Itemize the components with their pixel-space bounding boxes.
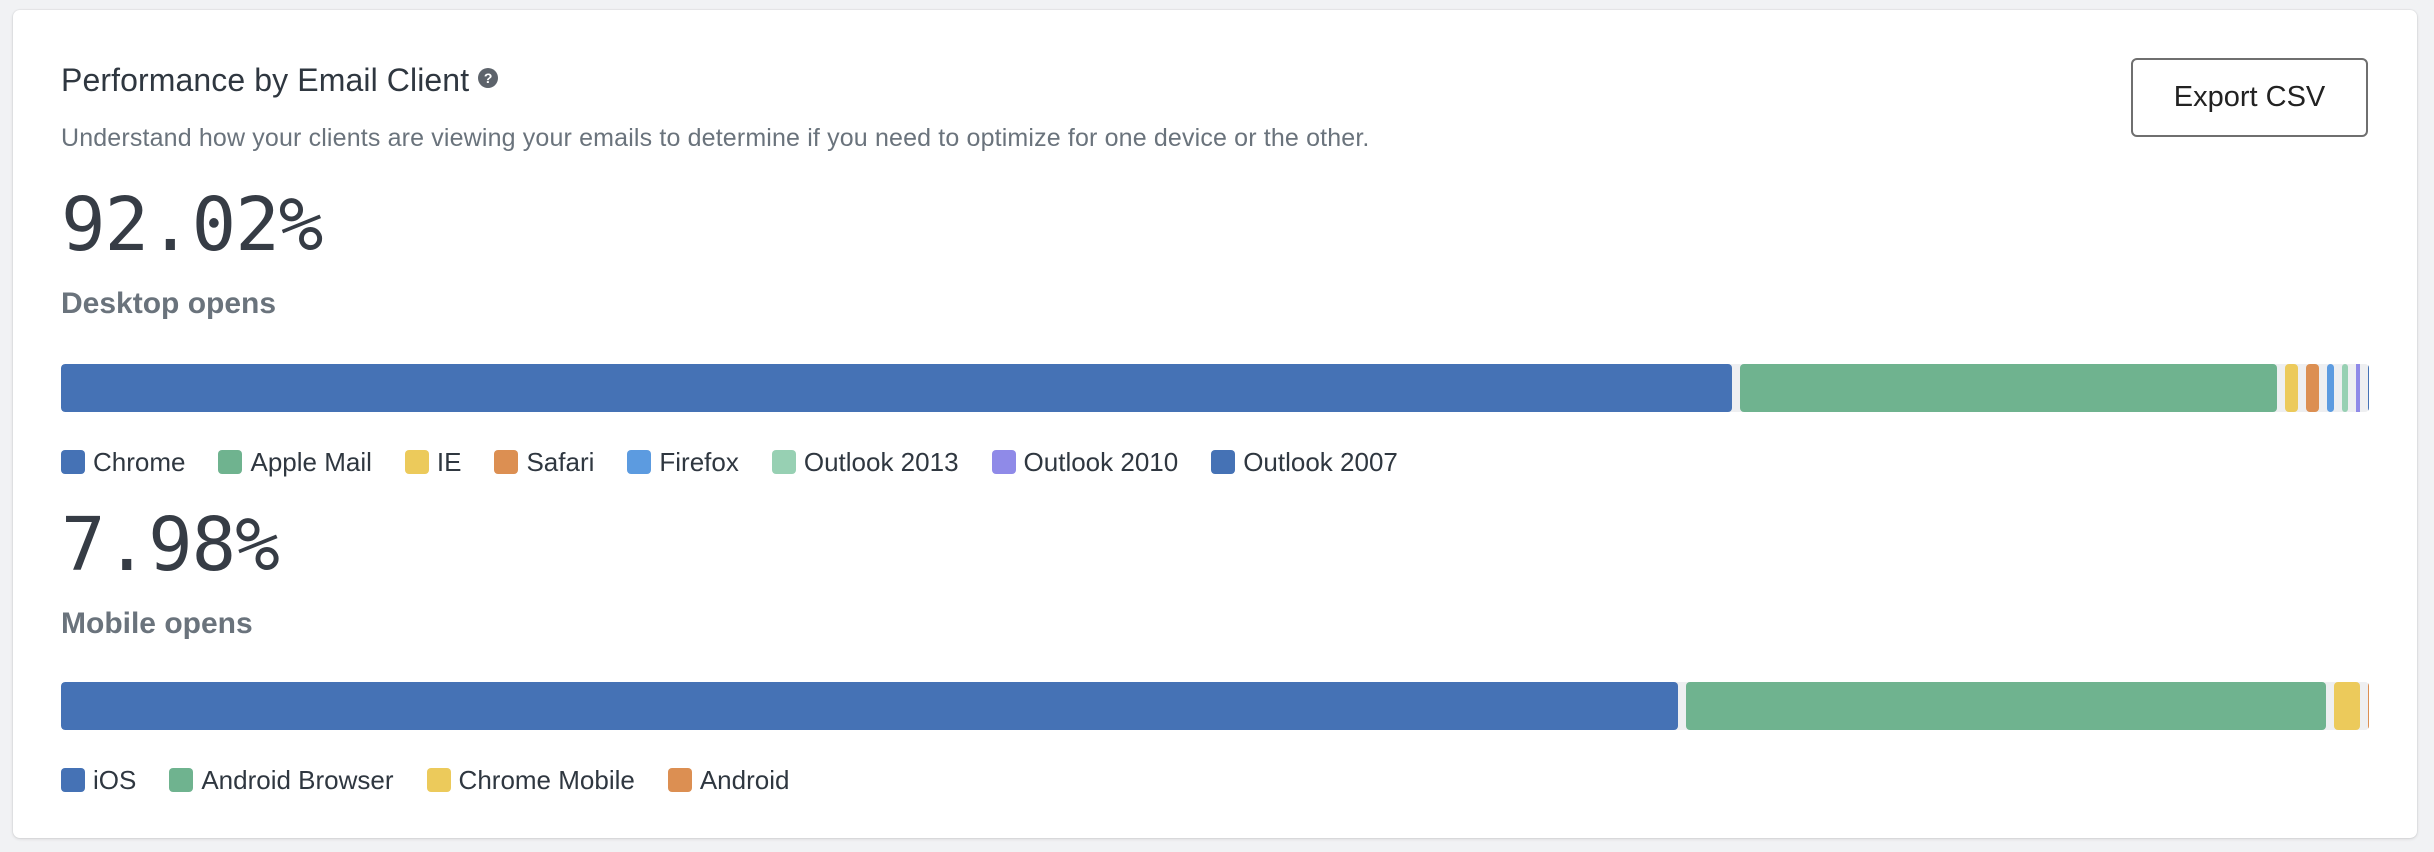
bar-segment-android-browser[interactable] [1686,682,2326,730]
question-circle-icon[interactable]: ? [478,67,499,88]
mobile-opens-label: Mobile opens [61,607,253,640]
mobile-opens-percent: 7.98% [61,502,280,588]
bar-segment-ios[interactable] [61,682,1679,730]
legend-label: Apple Mail [250,446,372,477]
mobile-stacked-bar [61,682,2369,730]
bar-segment-chrome[interactable] [61,364,1733,412]
legend-swatch [991,450,1016,474]
legend-swatch [1211,450,1236,474]
mobile-legend: iOS Android Browser Chrome Mobile Android [61,765,2369,795]
legend-label: Android Browser [201,764,394,795]
bar-segment-firefox[interactable] [2326,364,2335,412]
bar-segment-outlook-2007[interactable] [2367,364,2369,412]
export-csv-button[interactable]: Export CSV [2131,58,2368,137]
legend-swatch [771,450,796,474]
legend-swatch [61,768,85,792]
legend-item-android-browser[interactable]: Android Browser [169,764,394,796]
bar-segment-ie[interactable] [2284,364,2299,412]
legend-swatch [404,450,429,474]
legend-label: iOS [93,764,137,795]
legend-label: Android [699,764,790,795]
legend-item-chrome[interactable]: Chrome [61,447,185,478]
legend-item-apple-mail[interactable]: Apple Mail [218,446,372,478]
legend-label: Chrome [93,446,186,477]
card-subtitle: Understand how your clients are viewing … [61,124,1370,152]
bar-segment-apple-mail[interactable] [1740,364,2277,412]
desktop-opens-percent: 92.02% [61,182,323,268]
bar-segment-outlook-2013[interactable] [2342,364,2349,412]
legend-label: Outlook 2007 [1243,446,1398,477]
legend-swatch [426,768,451,792]
card-title: Performance by Email Client [61,62,470,98]
legend-swatch [218,450,243,474]
legend-swatch [627,450,652,474]
legend-swatch [169,768,194,792]
legend-label: Outlook 2013 [803,446,959,477]
desktop-opens-label: Desktop opens [61,287,277,320]
bar-segment-android[interactable] [2367,682,2369,730]
legend-item-android[interactable]: Android [667,764,790,796]
legend-label: IE [436,446,462,477]
legend-item-ie[interactable]: IE [404,446,462,478]
legend-item-safari[interactable]: Safari [494,447,594,478]
bar-segment-safari[interactable] [2306,364,2319,412]
legend-label: Chrome Mobile [458,764,635,795]
legend-item-ios[interactable]: iOS [61,765,136,796]
mobile-opens-section: 7.98% Mobile opens iOS Android Browser Chr… [61,502,2369,795]
legend-item-firefox[interactable]: Firefox [627,446,739,478]
desktop-legend: Chrome Apple Mail IE Safari Firefox Outlook 2… [61,447,2369,477]
bar-segment-chrome-mobile[interactable] [2333,682,2360,730]
legend-item-outlook-2007[interactable]: Outlook 2007 [1211,447,1398,478]
legend-item-outlook-2013[interactable]: Outlook 2013 [771,446,959,478]
legend-label: Firefox [659,446,739,477]
legend-swatch [494,450,519,474]
card-header: Performance by Email Client ? [61,62,499,99]
legend-label: Outlook 2010 [1023,446,1179,477]
email-client-performance-card: Performance by Email Client ? Understand… [13,10,2417,838]
bar-segment-outlook-2010[interactable] [2356,364,2360,412]
desktop-stacked-bar [61,364,2369,412]
legend-item-outlook-2010[interactable]: Outlook 2010 [991,446,1179,478]
legend-label: Safari [526,446,595,477]
legend-item-chrome-mobile[interactable]: Chrome Mobile [426,764,635,796]
legend-swatch [667,768,692,792]
legend-swatch [61,450,85,474]
desktop-opens-section: 92.02% Desktop opens Chrome Apple Mail IE S… [61,182,2369,477]
